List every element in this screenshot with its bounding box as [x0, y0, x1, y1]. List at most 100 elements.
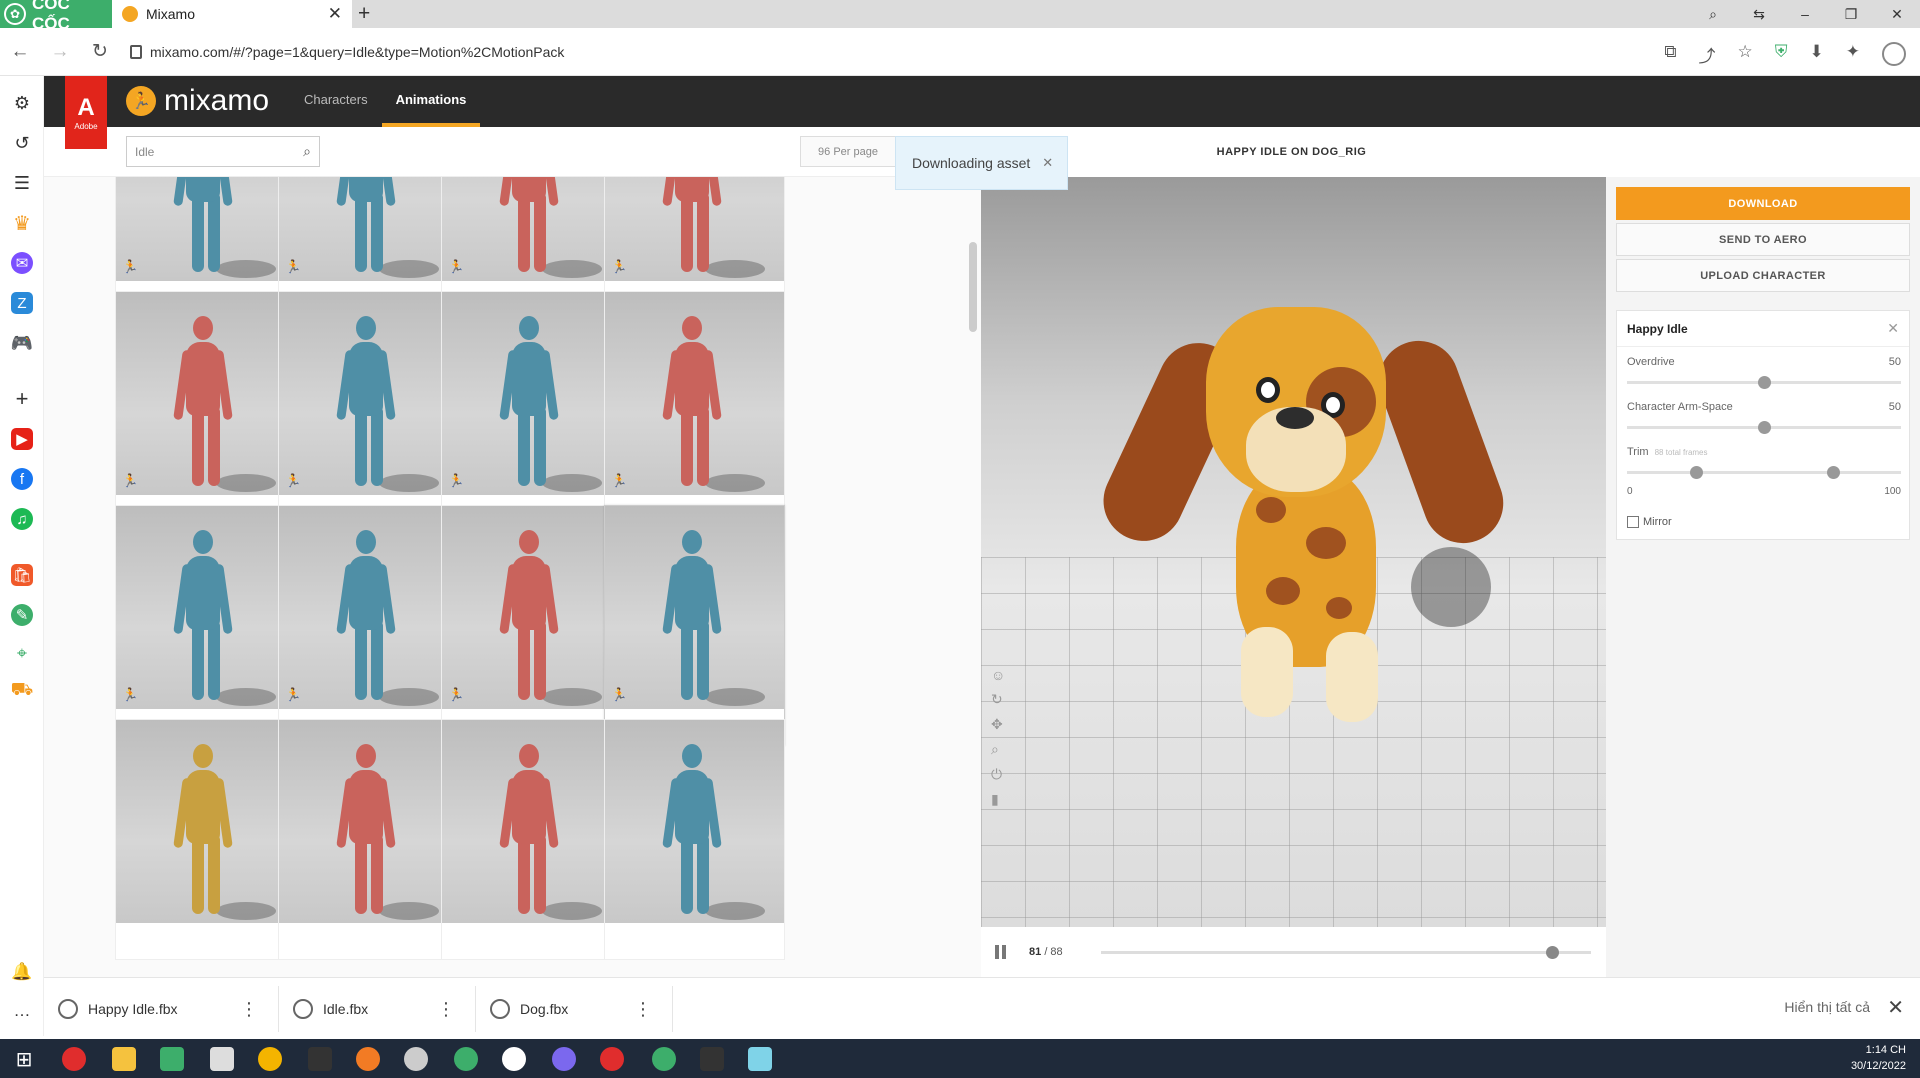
- animation-card[interactable]: [604, 719, 785, 960]
- adobe-logo[interactable]: A Adobe: [65, 76, 107, 149]
- nav-animations[interactable]: Animations: [381, 76, 481, 127]
- tab-search-icon[interactable]: ⌕: [1690, 0, 1736, 28]
- per-page-select[interactable]: 96 Per page: [800, 136, 896, 167]
- animation-card[interactable]: 🏃Happy Idle: [604, 505, 785, 746]
- trim-start-knob[interactable]: [1689, 466, 1703, 479]
- trim-slider[interactable]: [1627, 466, 1901, 479]
- animation-card[interactable]: [278, 719, 459, 960]
- zalo-icon[interactable]: Z: [11, 292, 33, 314]
- app-icon[interactable]: [748, 1047, 772, 1071]
- facebook-icon[interactable]: f: [11, 468, 33, 490]
- add-sidebar-icon[interactable]: +: [11, 386, 33, 411]
- settings-close-icon[interactable]: ✕: [1887, 320, 1899, 337]
- animation-card[interactable]: 🏃Breathing Idle: [278, 291, 459, 532]
- app-icon[interactable]: [600, 1047, 624, 1071]
- animation-card[interactable]: [441, 719, 622, 960]
- new-tab-icon[interactable]: +: [358, 2, 370, 26]
- forward-arrow-icon[interactable]: →: [40, 41, 80, 63]
- more-dots-icon[interactable]: …: [11, 1000, 33, 1022]
- taskbar-clock[interactable]: 1:14 CH 30/12/2022: [1851, 1042, 1906, 1074]
- crown-icon[interactable]: ♛: [11, 212, 33, 235]
- browser-tab-mixamo[interactable]: Mixamo ✕: [112, 0, 352, 28]
- animation-card[interactable]: [115, 719, 296, 960]
- show-all-downloads-link[interactable]: Hiển thị tất cả: [1784, 999, 1870, 1015]
- minimize-icon[interactable]: –: [1782, 0, 1828, 28]
- arm-space-slider[interactable]: [1627, 421, 1901, 434]
- back-history-icon[interactable]: ⇆: [1736, 0, 1782, 28]
- download-menu-icon[interactable]: ⋮: [240, 999, 258, 1020]
- animation-card[interactable]: 🏃Idle: [441, 291, 622, 532]
- unity-hub-icon[interactable]: [700, 1047, 724, 1071]
- settings-gear-icon[interactable]: ⚙: [11, 92, 33, 114]
- overdrive-slider[interactable]: [1627, 376, 1901, 389]
- mixamo-logo[interactable]: 🏃 mixamo: [126, 84, 269, 118]
- download-item[interactable]: Idle.fbx ⋮: [279, 986, 476, 1032]
- messenger-icon[interactable]: ✉: [11, 252, 33, 274]
- share-icon[interactable]: ⤴: [1699, 42, 1716, 67]
- download-menu-icon[interactable]: ⋮: [634, 999, 652, 1020]
- animation-card[interactable]: 🏃Orc Idle: [441, 505, 622, 746]
- rotate-icon[interactable]: ↻: [991, 691, 1005, 708]
- download-item[interactable]: Dog.fbx ⋮: [476, 986, 673, 1032]
- download-menu-icon[interactable]: ⋮: [437, 999, 455, 1020]
- upload-character-button[interactable]: UPLOAD CHARACTER: [1616, 259, 1910, 292]
- file-explorer-icon[interactable]: [112, 1047, 136, 1071]
- windows-start-icon[interactable]: ⊞: [12, 1047, 36, 1071]
- cart-icon[interactable]: ⛟: [11, 679, 34, 702]
- unity-icon[interactable]: [308, 1047, 332, 1071]
- restore-icon[interactable]: ❐: [1828, 0, 1874, 28]
- app-icon[interactable]: [552, 1047, 576, 1071]
- coccoc-brand[interactable]: ✿ CỐC CỐC: [0, 0, 112, 33]
- download-item[interactable]: Happy Idle.fbx ⋮: [44, 986, 279, 1032]
- animation-card[interactable]: 🏃Sad Idle: [115, 505, 296, 746]
- timeline-track[interactable]: [1101, 946, 1591, 959]
- 3d-viewport[interactable]: ☺ ↻ ✥ ⌕ ⏻ ▮: [981, 177, 1606, 927]
- trim-end-knob[interactable]: [1826, 466, 1840, 479]
- animation-card[interactable]: 🏃Kneeling Idle: [115, 291, 296, 532]
- animation-card[interactable]: 🏃Standing Idle: [604, 291, 785, 532]
- pause-icon[interactable]: [995, 945, 1009, 959]
- notes-icon[interactable]: ✎: [11, 604, 33, 626]
- youtube-icon[interactable]: ▶: [11, 428, 33, 450]
- gamepad-icon[interactable]: 🎮: [11, 332, 33, 354]
- app-icon[interactable]: [404, 1047, 428, 1071]
- download-icon[interactable]: ⬇: [1810, 42, 1824, 67]
- chrome-icon[interactable]: [258, 1047, 282, 1071]
- window-close-icon[interactable]: ✕: [1874, 0, 1920, 28]
- shopping-icon[interactable]: 🛍: [11, 564, 33, 586]
- zoom-icon[interactable]: ⌕: [991, 741, 1005, 758]
- translate-icon[interactable]: ⧉: [1664, 42, 1676, 67]
- app-icon[interactable]: [160, 1047, 184, 1071]
- download-button[interactable]: DOWNLOAD: [1616, 187, 1910, 220]
- face-view-icon[interactable]: ☺: [991, 667, 1005, 683]
- send-to-aero-button[interactable]: SEND TO AERO: [1616, 223, 1910, 256]
- pan-icon[interactable]: ✥: [991, 716, 1005, 733]
- reading-list-icon[interactable]: ☰: [11, 172, 33, 194]
- spotify-icon[interactable]: ♫: [11, 508, 33, 530]
- app-icon[interactable]: [454, 1047, 478, 1071]
- nav-characters[interactable]: Characters: [290, 76, 382, 127]
- back-arrow-icon[interactable]: ←: [0, 41, 40, 63]
- map-pin-icon[interactable]: ⌖: [11, 642, 33, 664]
- arm-space-knob[interactable]: [1758, 421, 1771, 434]
- timeline-knob[interactable]: [1545, 946, 1559, 959]
- downloads-close-icon[interactable]: ✕: [1887, 995, 1904, 1020]
- github-icon[interactable]: [502, 1047, 526, 1071]
- reload-icon[interactable]: ↻: [80, 40, 120, 63]
- reset-view-icon[interactable]: ⏻: [991, 766, 1005, 783]
- coccoc-taskbar-icon[interactable]: [652, 1047, 676, 1071]
- history-icon[interactable]: ↺: [11, 132, 33, 154]
- search-icon[interactable]: ⌕: [303, 143, 311, 160]
- search-input[interactable]: Idle ⌕: [126, 136, 320, 167]
- overdrive-knob[interactable]: [1758, 376, 1771, 389]
- bookmark-star-icon[interactable]: ☆: [1738, 42, 1753, 67]
- grid-scrollbar[interactable]: [969, 242, 977, 332]
- app-icon[interactable]: [210, 1047, 234, 1071]
- extensions-icon[interactable]: ✦: [1846, 42, 1860, 67]
- mirror-checkbox[interactable]: [1627, 516, 1639, 528]
- blender-icon[interactable]: [356, 1047, 380, 1071]
- profile-avatar[interactable]: [1882, 42, 1906, 66]
- animation-card[interactable]: 🏃Neutral Idle: [278, 505, 459, 746]
- toast-close-icon[interactable]: ✕: [1042, 155, 1053, 171]
- camera-icon[interactable]: ▮: [991, 791, 1005, 808]
